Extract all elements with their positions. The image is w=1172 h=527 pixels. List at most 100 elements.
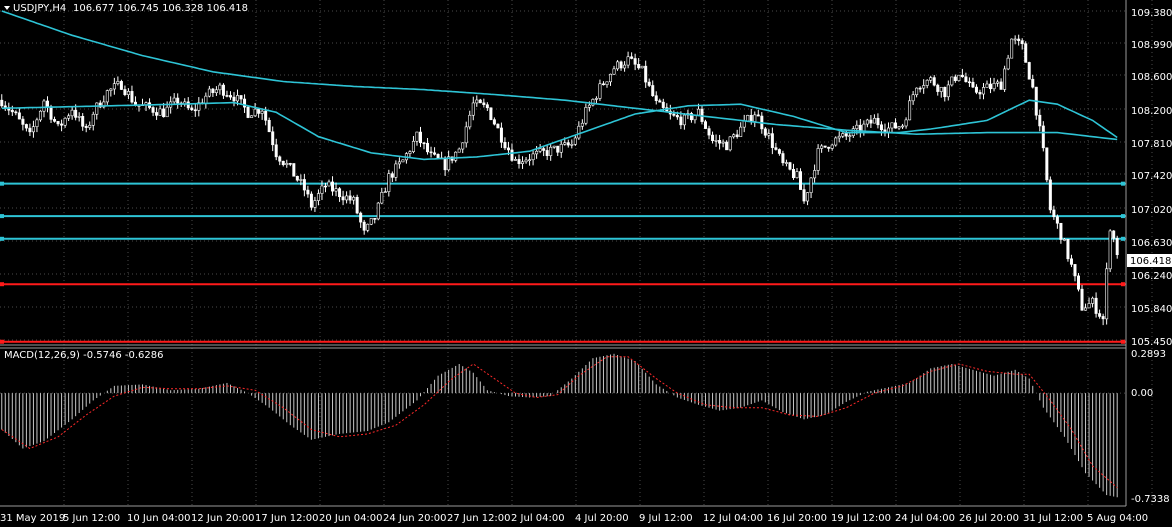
candle-body — [464, 126, 468, 144]
price-label: 107.810 — [1131, 139, 1172, 150]
candle-body — [63, 117, 67, 126]
trading-chart[interactable]: USDJPY,H4 106.677 106.745 106.328 106.41… — [0, 0, 1172, 527]
candle-body — [999, 81, 1003, 90]
candle-body — [953, 76, 957, 81]
candle-body — [513, 159, 517, 161]
level-handle — [1121, 236, 1125, 241]
candle-body — [46, 100, 50, 107]
candle-body — [587, 104, 591, 108]
candle-body — [791, 168, 795, 179]
candle-body — [714, 140, 718, 142]
candle-body — [939, 86, 943, 92]
candle-body — [524, 159, 528, 163]
candle-body — [341, 196, 345, 201]
price-label: 105.450 — [1131, 337, 1172, 348]
candle-body — [295, 175, 299, 181]
candle-body — [545, 150, 549, 156]
candle-body — [809, 177, 813, 193]
time-label: 12 Jul 04:00 — [703, 513, 763, 524]
candle-body — [285, 163, 289, 166]
candle-body — [503, 142, 507, 149]
candle-body — [119, 81, 123, 90]
candle-body — [506, 147, 510, 151]
candle-body — [1059, 222, 1063, 240]
candle-body — [682, 114, 686, 126]
current-price-text: 106.418 — [1130, 256, 1171, 267]
candle-body — [162, 108, 166, 118]
candle-body — [651, 85, 655, 97]
candle-body — [908, 100, 912, 121]
candle-body — [609, 73, 613, 83]
candle-body — [528, 159, 532, 162]
candle-body — [246, 106, 250, 118]
candle-body — [334, 188, 338, 192]
candle-body — [538, 148, 542, 152]
candle-body — [31, 126, 35, 133]
candle-body — [281, 160, 285, 166]
candle-body — [580, 122, 584, 127]
candle-body — [732, 134, 736, 138]
chart-header: USDJPY,H4 106.677 106.745 106.328 106.41… — [4, 3, 248, 14]
price-label: 107.020 — [1131, 205, 1172, 216]
candle-body — [894, 122, 898, 129]
candle-body — [573, 137, 577, 145]
candle-body — [869, 119, 873, 124]
price-label: 105.840 — [1131, 304, 1172, 315]
level-handle — [0, 181, 4, 186]
candle-body — [218, 84, 222, 91]
time-label: 9 Jul 12:00 — [639, 513, 693, 524]
candle-body — [535, 150, 539, 155]
candle-body — [742, 120, 746, 128]
candle-body — [552, 145, 556, 148]
candle-body — [190, 107, 194, 111]
candle-body — [816, 148, 820, 171]
candle-body — [250, 115, 254, 118]
candle-body — [1073, 264, 1077, 277]
candle-body — [81, 116, 85, 127]
candle-body — [904, 119, 908, 127]
candle-body — [77, 116, 81, 118]
candle-body — [777, 149, 781, 154]
candle-body — [672, 113, 676, 116]
candle-body — [38, 110, 42, 121]
candle-body — [1003, 68, 1007, 90]
candle-body — [214, 89, 218, 93]
candle-body — [394, 163, 398, 178]
candle-body — [126, 91, 130, 95]
candle-body — [886, 127, 890, 133]
candle-body — [359, 212, 363, 223]
candle-body — [957, 74, 961, 81]
candle-body — [348, 195, 352, 201]
candle-body — [366, 223, 370, 231]
macd-label: 0.2893 — [1131, 349, 1166, 360]
candle-body — [411, 140, 415, 152]
candle-body — [316, 193, 320, 201]
candle-body — [1112, 230, 1116, 239]
candle-body — [985, 83, 989, 88]
candle-body — [155, 112, 159, 116]
candle-body — [806, 192, 810, 202]
candle-body — [471, 102, 475, 116]
candle-body — [1031, 78, 1035, 88]
candle-body — [820, 145, 824, 149]
time-label: 31 May 2019 — [0, 513, 65, 524]
candle-body — [784, 162, 788, 164]
candle-body — [749, 114, 753, 122]
candle-body — [1055, 216, 1059, 224]
candle-body — [974, 86, 978, 93]
candle-body — [1087, 303, 1091, 309]
candle-body — [288, 163, 292, 165]
candle-body — [542, 148, 546, 151]
candle-body — [855, 124, 859, 129]
candle-body — [186, 101, 190, 109]
price-label: 108.990 — [1131, 40, 1172, 51]
candle-body — [172, 97, 176, 103]
candle-body — [158, 108, 162, 116]
candle-body — [492, 119, 496, 125]
candle-body — [598, 83, 602, 99]
candle-body — [91, 113, 95, 126]
candle-body — [1069, 258, 1073, 265]
candle-body — [1091, 297, 1095, 304]
time-axis[interactable]: 31 May 2019 5 Jun 12:00 10 Jun 04:00 12 … — [0, 513, 1148, 524]
price-label: 106.240 — [1131, 271, 1172, 282]
